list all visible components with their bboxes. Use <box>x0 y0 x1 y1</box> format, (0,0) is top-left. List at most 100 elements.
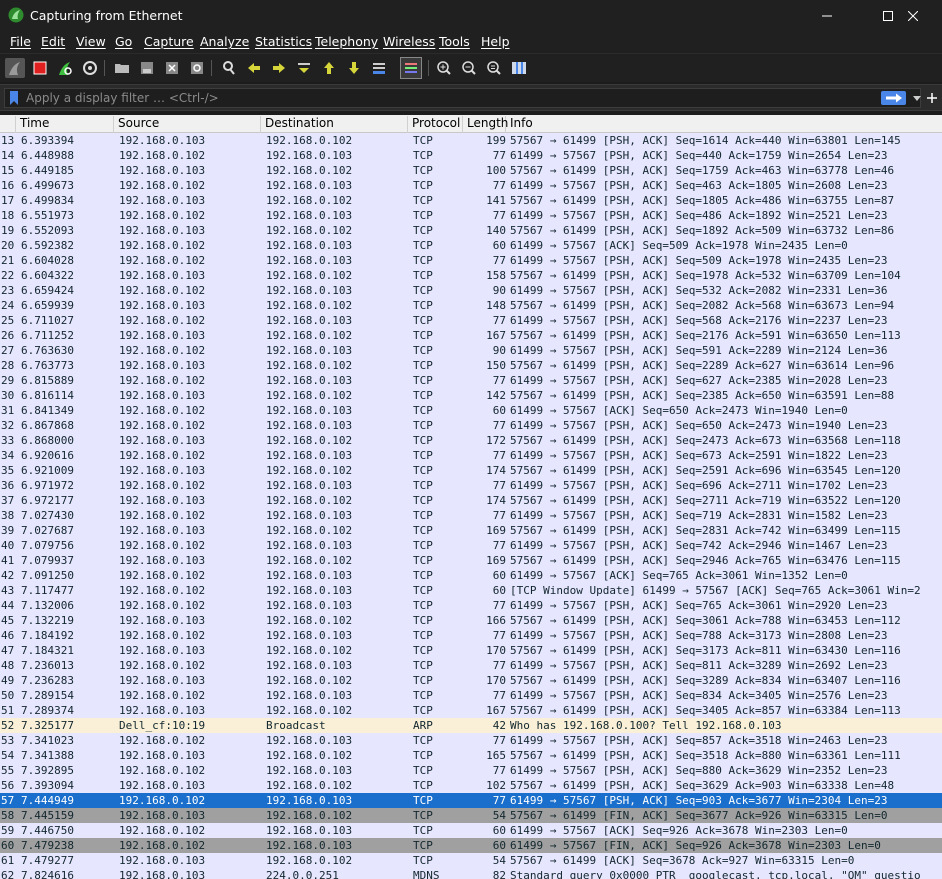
table-row[interactable]: 24 6.659939 192.168.0.103 192.168.0.102 TCP 1… <box>0 298 942 313</box>
go-forward-button[interactable] <box>269 58 289 78</box>
bookmark-icon[interactable] <box>9 91 19 105</box>
table-row[interactable]: 54 7.341388 192.168.0.103 192.168.0.102 TCP 1… <box>0 748 942 763</box>
stop-capture-button[interactable] <box>30 58 50 78</box>
column-source[interactable]: Source <box>114 116 261 133</box>
go-first-button[interactable] <box>319 58 339 78</box>
table-row[interactable]: 49 7.236283 192.168.0.103 192.168.0.102 TCP 1… <box>0 673 942 688</box>
menu-wireless[interactable]: Wireless <box>383 34 435 49</box>
table-row[interactable]: 33 6.868000 192.168.0.103 192.168.0.102 TCP 1… <box>0 433 942 448</box>
table-row[interactable]: 27 6.763630 192.168.0.102 192.168.0.103 TCP 9… <box>0 343 942 358</box>
menu-file[interactable]: File <box>10 34 31 49</box>
table-row[interactable]: 32 6.867868 192.168.0.102 192.168.0.103 TCP 7… <box>0 418 942 433</box>
save-file-button[interactable] <box>137 58 157 78</box>
autoscroll-button[interactable] <box>369 58 389 78</box>
menu-telephony[interactable]: Telephony <box>315 34 378 49</box>
normal-size-button[interactable] <box>484 58 504 78</box>
menu-view[interactable]: View <box>76 34 106 49</box>
resize-columns-button[interactable] <box>509 58 529 78</box>
table-row[interactable]: 39 7.027687 192.168.0.103 192.168.0.102 TCP 1… <box>0 523 942 538</box>
table-row[interactable]: 18 6.551973 192.168.0.102 192.168.0.103 TCP 7… <box>0 208 942 223</box>
table-row[interactable]: 36 6.971972 192.168.0.102 192.168.0.103 TCP 7… <box>0 478 942 493</box>
add-filter-button-button[interactable] <box>926 90 938 106</box>
table-row[interactable]: 23 6.659424 192.168.0.102 192.168.0.103 TCP 9… <box>0 283 942 298</box>
table-row[interactable]: 42 7.091250 192.168.0.102 192.168.0.103 TCP 6… <box>0 568 942 583</box>
table-row[interactable]: 47 7.184321 192.168.0.103 192.168.0.102 TCP 1… <box>0 643 942 658</box>
column-no[interactable] <box>0 116 16 133</box>
close-file-button[interactable] <box>162 58 182 78</box>
go-to-packet-button[interactable] <box>294 58 314 78</box>
table-row[interactable]: 48 7.236013 192.168.0.102 192.168.0.103 TCP 7… <box>0 658 942 673</box>
table-row[interactable]: 19 6.552093 192.168.0.103 192.168.0.102 TCP 1… <box>0 223 942 238</box>
table-row[interactable]: 13 6.393394 192.168.0.103 192.168.0.102 TCP 1… <box>0 133 942 148</box>
table-row[interactable]: 30 6.816114 192.168.0.103 192.168.0.102 TCP 1… <box>0 388 942 403</box>
table-row[interactable]: 60 7.479238 192.168.0.102 192.168.0.103 TCP 6… <box>0 838 942 853</box>
table-row[interactable]: 29 6.815889 192.168.0.102 192.168.0.103 TCP 7… <box>0 373 942 388</box>
menu-help[interactable]: Help <box>481 34 510 49</box>
cell-destination: 192.168.0.103 <box>266 284 353 297</box>
open-file-button[interactable] <box>112 58 132 78</box>
zoom-in-button[interactable] <box>434 58 454 78</box>
menu-go[interactable]: Go <box>115 34 132 49</box>
table-row[interactable]: 46 7.184192 192.168.0.102 192.168.0.103 TCP 7… <box>0 628 942 643</box>
table-row[interactable]: 16 6.499673 192.168.0.102 192.168.0.103 TCP 7… <box>0 178 942 193</box>
table-row[interactable]: 55 7.392895 192.168.0.102 192.168.0.103 TCP 7… <box>0 763 942 778</box>
table-row[interactable]: 21 6.604028 192.168.0.102 192.168.0.103 TCP 7… <box>0 253 942 268</box>
table-row[interactable]: 43 7.117477 192.168.0.102 192.168.0.103 TCP 6… <box>0 583 942 598</box>
column-destination[interactable]: Destination <box>261 116 408 133</box>
column-protocol[interactable]: Protocol <box>408 116 463 133</box>
table-row[interactable]: 51 7.289374 192.168.0.103 192.168.0.102 TCP 1… <box>0 703 942 718</box>
table-row[interactable]: 35 6.921009 192.168.0.103 192.168.0.102 TCP 1… <box>0 463 942 478</box>
table-row[interactable]: 15 6.449185 192.168.0.103 192.168.0.102 TCP 1… <box>0 163 942 178</box>
menu-capture[interactable]: Capture <box>144 34 194 49</box>
table-row[interactable]: 44 7.132006 192.168.0.102 192.168.0.103 TCP 7… <box>0 598 942 613</box>
zoom-out-button[interactable] <box>459 58 479 78</box>
menu-analyze[interactable]: Analyze <box>200 34 249 49</box>
go-back-button[interactable] <box>244 58 264 78</box>
restart-capture-button[interactable] <box>55 58 75 78</box>
close-button[interactable] <box>890 0 936 31</box>
table-row[interactable]: 28 6.763773 192.168.0.103 192.168.0.102 TCP 1… <box>0 358 942 373</box>
minimize-button[interactable] <box>804 0 850 31</box>
colorize-button[interactable] <box>400 57 422 79</box>
display-filter-input[interactable]: Apply a display filter … <Ctrl-/> <box>4 88 921 108</box>
capture-options-button[interactable] <box>80 58 100 78</box>
cell-info: 61499 → 57567 [PSH, ACK] Seq=834 Ack=340… <box>510 689 888 702</box>
column-info[interactable]: Info <box>506 116 942 133</box>
column-length[interactable]: Length <box>463 116 508 133</box>
table-row[interactable]: 22 6.604322 192.168.0.103 192.168.0.102 TCP 1… <box>0 268 942 283</box>
table-row[interactable]: 50 7.289154 192.168.0.102 192.168.0.103 TCP 7… <box>0 688 942 703</box>
go-last-button[interactable] <box>344 58 364 78</box>
table-row[interactable]: 17 6.499834 192.168.0.103 192.168.0.102 TCP 1… <box>0 193 942 208</box>
cell-info: 61499 → 57567 [PSH, ACK] Seq=509 Ack=197… <box>510 254 888 267</box>
menu-statistics[interactable]: Statistics <box>255 34 312 49</box>
table-row[interactable]: 61 7.479277 192.168.0.103 192.168.0.102 TCP 5… <box>0 853 942 868</box>
column-time[interactable]: Time <box>16 116 114 133</box>
table-row[interactable]: 41 7.079937 192.168.0.103 192.168.0.102 TCP 1… <box>0 553 942 568</box>
table-row[interactable]: 38 7.027430 192.168.0.102 192.168.0.103 TCP 7… <box>0 508 942 523</box>
reload-file-button[interactable] <box>187 58 207 78</box>
table-row[interactable]: 52 7.325177 Dell_cf:10:19 Broadcast ARP 42 Who… <box>0 718 942 733</box>
table-row-selected[interactable]: 57 7.444949 192.168.0.102 192.168.0.103 TCP 7… <box>0 793 942 808</box>
menu-tools[interactable]: Tools <box>439 34 470 49</box>
table-row[interactable]: 37 6.972177 192.168.0.103 192.168.0.102 TCP 1… <box>0 493 942 508</box>
cell-length: 158 <box>486 269 506 282</box>
table-row[interactable]: 26 6.711252 192.168.0.103 192.168.0.102 TCP 1… <box>0 328 942 343</box>
table-row[interactable]: 31 6.841349 192.168.0.102 192.168.0.103 TCP 6… <box>0 403 942 418</box>
table-row[interactable]: 14 6.448988 192.168.0.102 192.168.0.103 TCP 7… <box>0 148 942 163</box>
filter-history-dropdown[interactable] <box>911 91 923 105</box>
start-capture-button[interactable] <box>5 58 25 78</box>
table-row[interactable]: 62 7.824616 192.168.0.103 224.0.0.251 MDNS 82… <box>0 868 942 879</box>
table-row[interactable]: 58 7.445159 192.168.0.103 192.168.0.102 TCP 5… <box>0 808 942 823</box>
table-row[interactable]: 56 7.393094 192.168.0.103 192.168.0.102 TCP 1… <box>0 778 942 793</box>
table-row[interactable]: 40 7.079756 192.168.0.102 192.168.0.103 TCP 7… <box>0 538 942 553</box>
table-row[interactable]: 34 6.920616 192.168.0.102 192.168.0.103 TCP 7… <box>0 448 942 463</box>
table-row[interactable]: 59 7.446750 192.168.0.102 192.168.0.103 TCP 6… <box>0 823 942 838</box>
table-row[interactable]: 45 7.132219 192.168.0.103 192.168.0.102 TCP 1… <box>0 613 942 628</box>
table-row[interactable]: 20 6.592382 192.168.0.102 192.168.0.103 TCP 6… <box>0 238 942 253</box>
table-row[interactable]: 25 6.711027 192.168.0.102 192.168.0.103 TCP 7… <box>0 313 942 328</box>
menu-edit[interactable]: Edit <box>41 34 65 49</box>
find-packet-button[interactable] <box>219 58 239 78</box>
apply-filter-button[interactable] <box>881 91 906 105</box>
table-row[interactable]: 53 7.341023 192.168.0.102 192.168.0.103 TCP 7… <box>0 733 942 748</box>
cell-protocol: TCP <box>413 629 433 642</box>
